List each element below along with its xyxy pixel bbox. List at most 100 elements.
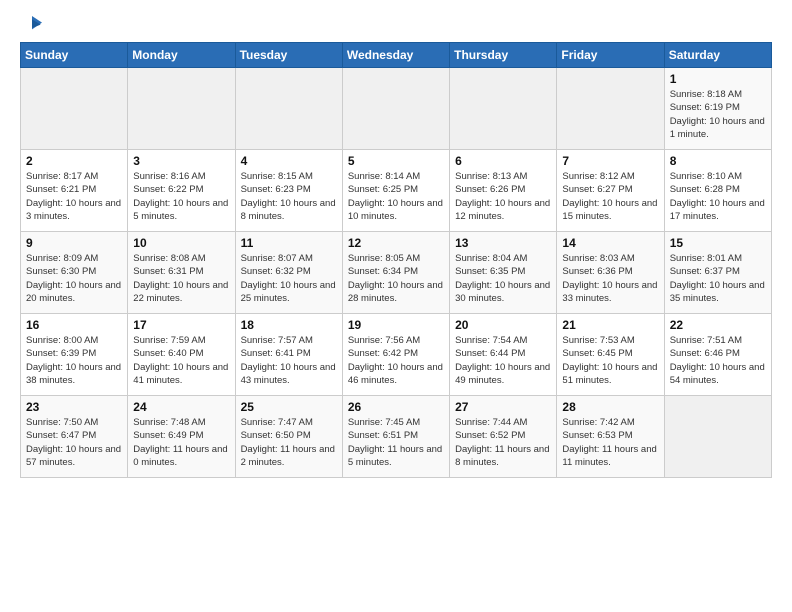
day-number: 11	[241, 236, 337, 250]
day-info: Sunrise: 7:48 AM Sunset: 6:49 PM Dayligh…	[133, 416, 229, 469]
day-number: 4	[241, 154, 337, 168]
calendar-cell	[450, 68, 557, 150]
week-row-4: 23 Sunrise: 7:50 AM Sunset: 6:47 PM Dayli…	[21, 396, 772, 478]
day-info: Sunrise: 7:44 AM Sunset: 6:52 PM Dayligh…	[455, 416, 551, 469]
weekday-sunday: Sunday	[21, 43, 128, 68]
calendar-header: SundayMondayTuesdayWednesdayThursdayFrid…	[21, 43, 772, 68]
calendar-cell: 21 Sunrise: 7:53 AM Sunset: 6:45 PM Dayli…	[557, 314, 664, 396]
day-number: 3	[133, 154, 229, 168]
calendar-cell: 9 Sunrise: 8:09 AM Sunset: 6:30 PM Daylig…	[21, 232, 128, 314]
logo	[20, 16, 42, 36]
day-info: Sunrise: 8:09 AM Sunset: 6:30 PM Dayligh…	[26, 252, 122, 305]
day-info: Sunrise: 8:03 AM Sunset: 6:36 PM Dayligh…	[562, 252, 658, 305]
day-number: 25	[241, 400, 337, 414]
day-number: 10	[133, 236, 229, 250]
day-info: Sunrise: 7:42 AM Sunset: 6:53 PM Dayligh…	[562, 416, 658, 469]
day-info: Sunrise: 7:54 AM Sunset: 6:44 PM Dayligh…	[455, 334, 551, 387]
calendar-cell: 12Sunrise: 8:05 AM Sunset: 6:34 PM Dayli…	[342, 232, 449, 314]
calendar-cell: 8 Sunrise: 8:10 AM Sunset: 6:28 PM Daylig…	[664, 150, 771, 232]
day-info: Sunrise: 7:50 AM Sunset: 6:47 PM Dayligh…	[26, 416, 122, 469]
calendar-cell: 25 Sunrise: 7:47 AM Sunset: 6:50 PM Dayli…	[235, 396, 342, 478]
calendar-cell	[21, 68, 128, 150]
day-info: Sunrise: 8:16 AM Sunset: 6:22 PM Dayligh…	[133, 170, 229, 223]
day-number: 13	[455, 236, 551, 250]
calendar-cell: 27 Sunrise: 7:44 AM Sunset: 6:52 PM Dayli…	[450, 396, 557, 478]
day-info: Sunrise: 8:18 AM Sunset: 6:19 PM Dayligh…	[670, 88, 766, 141]
day-number: 14	[562, 236, 658, 250]
day-number: 20	[455, 318, 551, 332]
calendar-body: 1 Sunrise: 8:18 AM Sunset: 6:19 PM Daylig…	[21, 68, 772, 478]
calendar-cell: 13 Sunrise: 8:04 AM Sunset: 6:35 PM Dayli…	[450, 232, 557, 314]
day-info: Sunrise: 8:04 AM Sunset: 6:35 PM Dayligh…	[455, 252, 551, 305]
day-info: Sunrise: 7:51 AM Sunset: 6:46 PM Dayligh…	[670, 334, 766, 387]
header	[20, 16, 772, 36]
day-number: 9	[26, 236, 122, 250]
calendar-cell: 11 Sunrise: 8:07 AM Sunset: 6:32 PM Dayli…	[235, 232, 342, 314]
day-number: 27	[455, 400, 551, 414]
calendar-cell: 18 Sunrise: 7:57 AM Sunset: 6:41 PM Dayli…	[235, 314, 342, 396]
calendar-cell: 14 Sunrise: 8:03 AM Sunset: 6:36 PM Dayli…	[557, 232, 664, 314]
day-number: 5	[348, 154, 444, 168]
weekday-wednesday: Wednesday	[342, 43, 449, 68]
calendar-cell: 16Sunrise: 8:00 AM Sunset: 6:39 PM Dayli…	[21, 314, 128, 396]
day-info: Sunrise: 7:56 AM Sunset: 6:42 PM Dayligh…	[348, 334, 444, 387]
calendar-cell	[235, 68, 342, 150]
week-row-2: 9 Sunrise: 8:09 AM Sunset: 6:30 PM Daylig…	[21, 232, 772, 314]
calendar-cell	[342, 68, 449, 150]
day-number: 17	[133, 318, 229, 332]
calendar-cell	[557, 68, 664, 150]
day-number: 21	[562, 318, 658, 332]
day-info: Sunrise: 8:17 AM Sunset: 6:21 PM Dayligh…	[26, 170, 122, 223]
calendar-cell: 4 Sunrise: 8:15 AM Sunset: 6:23 PM Daylig…	[235, 150, 342, 232]
calendar-cell: 1 Sunrise: 8:18 AM Sunset: 6:19 PM Daylig…	[664, 68, 771, 150]
day-number: 18	[241, 318, 337, 332]
calendar-cell: 22 Sunrise: 7:51 AM Sunset: 6:46 PM Dayli…	[664, 314, 771, 396]
day-info: Sunrise: 8:12 AM Sunset: 6:27 PM Dayligh…	[562, 170, 658, 223]
calendar-cell: 19 Sunrise: 7:56 AM Sunset: 6:42 PM Dayli…	[342, 314, 449, 396]
weekday-tuesday: Tuesday	[235, 43, 342, 68]
day-info: Sunrise: 8:10 AM Sunset: 6:28 PM Dayligh…	[670, 170, 766, 223]
day-info: Sunrise: 7:57 AM Sunset: 6:41 PM Dayligh…	[241, 334, 337, 387]
calendar-cell: 23 Sunrise: 7:50 AM Sunset: 6:47 PM Dayli…	[21, 396, 128, 478]
day-number: 6	[455, 154, 551, 168]
day-number: 28	[562, 400, 658, 414]
weekday-friday: Friday	[557, 43, 664, 68]
day-info: Sunrise: 8:07 AM Sunset: 6:32 PM Dayligh…	[241, 252, 337, 305]
day-info: Sunrise: 8:01 AM Sunset: 6:37 PM Dayligh…	[670, 252, 766, 305]
logo-flag-icon	[22, 16, 42, 36]
calendar-cell: 6 Sunrise: 8:13 AM Sunset: 6:26 PM Daylig…	[450, 150, 557, 232]
calendar-cell: 26Sunrise: 7:45 AM Sunset: 6:51 PM Dayli…	[342, 396, 449, 478]
day-info: Sunrise: 8:05 AM Sunset: 6:34 PM Dayligh…	[348, 252, 444, 305]
day-info: Sunrise: 8:08 AM Sunset: 6:31 PM Dayligh…	[133, 252, 229, 305]
calendar-page: SundayMondayTuesdayWednesdayThursdayFrid…	[0, 0, 792, 612]
weekday-monday: Monday	[128, 43, 235, 68]
day-info: Sunrise: 7:59 AM Sunset: 6:40 PM Dayligh…	[133, 334, 229, 387]
calendar-table: SundayMondayTuesdayWednesdayThursdayFrid…	[20, 42, 772, 478]
day-number: 23	[26, 400, 122, 414]
weekday-thursday: Thursday	[450, 43, 557, 68]
day-info: Sunrise: 8:15 AM Sunset: 6:23 PM Dayligh…	[241, 170, 337, 223]
day-number: 1	[670, 72, 766, 86]
day-number: 15	[670, 236, 766, 250]
calendar-cell: 2 Sunrise: 8:17 AM Sunset: 6:21 PM Daylig…	[21, 150, 128, 232]
day-number: 24	[133, 400, 229, 414]
day-info: Sunrise: 8:14 AM Sunset: 6:25 PM Dayligh…	[348, 170, 444, 223]
calendar-cell: 24 Sunrise: 7:48 AM Sunset: 6:49 PM Dayli…	[128, 396, 235, 478]
day-info: Sunrise: 7:47 AM Sunset: 6:50 PM Dayligh…	[241, 416, 337, 469]
weekday-saturday: Saturday	[664, 43, 771, 68]
calendar-cell: 5 Sunrise: 8:14 AM Sunset: 6:25 PM Daylig…	[342, 150, 449, 232]
week-row-3: 16Sunrise: 8:00 AM Sunset: 6:39 PM Dayli…	[21, 314, 772, 396]
day-info: Sunrise: 7:53 AM Sunset: 6:45 PM Dayligh…	[562, 334, 658, 387]
day-number: 8	[670, 154, 766, 168]
calendar-cell: 28 Sunrise: 7:42 AM Sunset: 6:53 PM Dayli…	[557, 396, 664, 478]
day-number: 19	[348, 318, 444, 332]
day-info: Sunrise: 8:13 AM Sunset: 6:26 PM Dayligh…	[455, 170, 551, 223]
calendar-cell: 10 Sunrise: 8:08 AM Sunset: 6:31 PM Dayli…	[128, 232, 235, 314]
calendar-cell	[664, 396, 771, 478]
calendar-cell: 15 Sunrise: 8:01 AM Sunset: 6:37 PM Dayli…	[664, 232, 771, 314]
day-number: 26	[348, 400, 444, 414]
day-number: 22	[670, 318, 766, 332]
calendar-cell: 7Sunrise: 8:12 AM Sunset: 6:27 PM Daylig…	[557, 150, 664, 232]
week-row-0: 1 Sunrise: 8:18 AM Sunset: 6:19 PM Daylig…	[21, 68, 772, 150]
day-number: 2	[26, 154, 122, 168]
